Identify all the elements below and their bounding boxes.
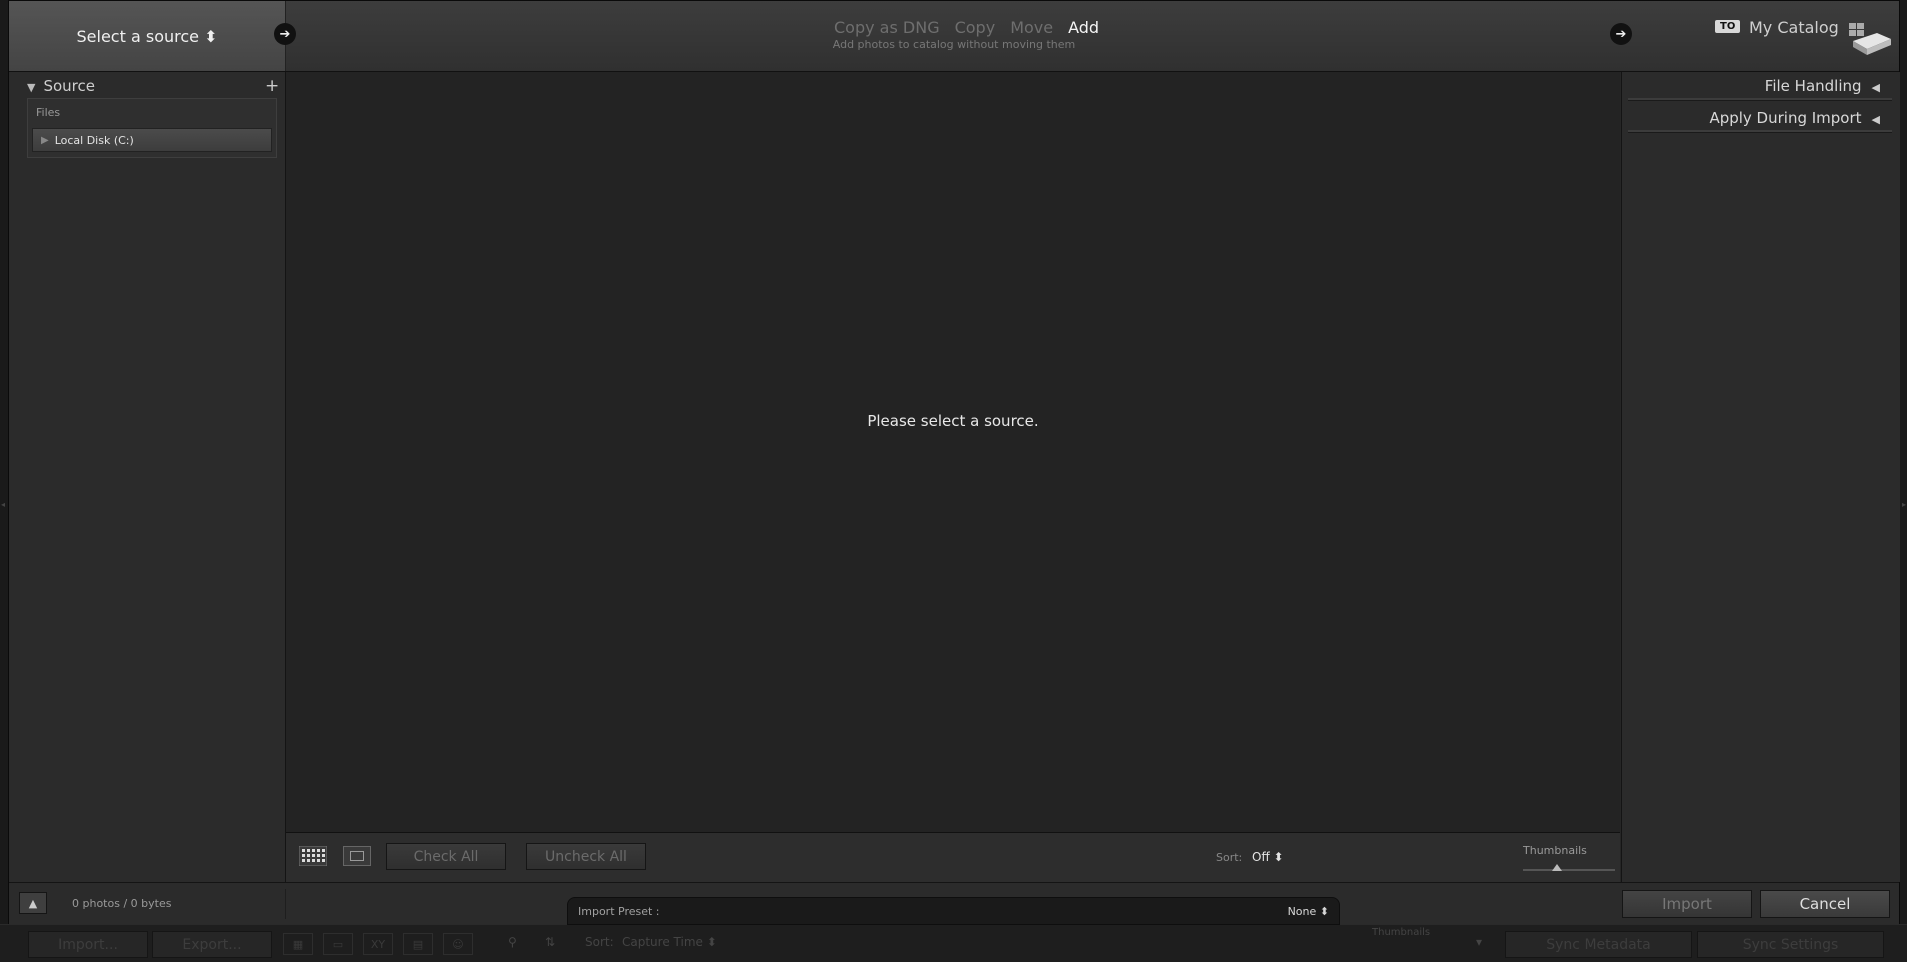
- import-mode-selector: Copy as DNG Copy Move Add: [834, 18, 1114, 37]
- add-source-icon[interactable]: +: [265, 76, 279, 96]
- local-disk-label: Local Disk (C:): [54, 133, 134, 147]
- import-dialog: Select a source ⬍ ➔ Copy as DNG Copy Mov…: [8, 0, 1900, 924]
- mode-copy-as-dng[interactable]: Copy as DNG: [834, 18, 940, 37]
- apply-during-import-section[interactable]: Apply During Import ◀: [1709, 109, 1880, 127]
- check-all-button[interactable]: Check All: [386, 843, 506, 870]
- collapsed-triangle-icon[interactable]: ◀: [1872, 113, 1880, 126]
- library-loupe-icon[interactable]: ▭: [323, 933, 353, 955]
- collapsed-triangle-icon[interactable]: ◀: [1872, 81, 1880, 94]
- library-filmstrip-bar: Import... Export... ▦ ▭ XY ▤ ☺ ⚲ ⇅ Sort:…: [0, 924, 1907, 962]
- library-import-button[interactable]: Import...: [28, 931, 148, 958]
- section-divider: [1628, 130, 1892, 133]
- destination-arrow-icon: ➔: [1610, 23, 1632, 45]
- catalog-disk-icon: [1849, 23, 1891, 55]
- loupe-view-icon[interactable]: [343, 846, 371, 866]
- library-survey-icon[interactable]: ▤: [403, 933, 433, 955]
- select-source-button[interactable]: Select a source ⬍: [9, 1, 286, 71]
- catalog-name: My Catalog: [1749, 18, 1839, 37]
- library-toolbar-menu-icon[interactable]: ▾: [1476, 935, 1482, 949]
- library-thumbnails-label: Thumbnails: [1372, 927, 1431, 938]
- files-label: Files: [36, 106, 61, 119]
- import-topbar: Select a source ⬍ ➔ Copy as DNG Copy Mov…: [9, 1, 1899, 72]
- thumbnails-label: Thumbnails: [1523, 844, 1587, 857]
- file-handling-label: File Handling: [1764, 77, 1862, 95]
- collapse-triangle-icon[interactable]: ▼: [27, 81, 35, 94]
- to-badge: TO: [1715, 20, 1741, 33]
- sync-metadata-button[interactable]: Sync Metadata: [1505, 931, 1692, 958]
- import-preset-bar: Import Preset : None ⬍: [567, 897, 1340, 925]
- mode-move[interactable]: Move: [1010, 18, 1053, 37]
- library-sort-select[interactable]: Capture Time ⬍: [622, 935, 717, 949]
- thumbnail-slider-knob[interactable]: [1552, 864, 1562, 871]
- source-panel-header[interactable]: ▼ Source: [27, 77, 95, 95]
- sort-label: Sort:: [1216, 851, 1243, 864]
- uncheck-all-button[interactable]: Uncheck All: [526, 843, 646, 870]
- expand-up-icon[interactable]: ▲: [19, 892, 47, 914]
- library-sort-label: Sort:: [585, 935, 614, 949]
- grid-view-icon[interactable]: [299, 846, 327, 866]
- library-compare-icon[interactable]: XY: [363, 933, 393, 955]
- library-people-icon[interactable]: ☺: [443, 933, 473, 955]
- library-export-button[interactable]: Export...: [152, 931, 272, 958]
- import-button[interactable]: Import: [1622, 890, 1752, 918]
- photo-count: 0 photos / 0 bytes: [72, 897, 172, 910]
- mode-add[interactable]: Add: [1068, 18, 1099, 37]
- local-disk-item[interactable]: ▶ Local Disk (C:): [32, 128, 272, 152]
- import-preset-label: Import Preset :: [578, 905, 660, 918]
- grid-toolbar: Check All Uncheck All Sort: Off ⬍ Thumbn…: [286, 832, 1620, 883]
- bottom-divider: [285, 889, 286, 919]
- source-panel-title: Source: [43, 77, 95, 95]
- left-edge-grip-icon[interactable]: ◂: [1, 500, 5, 509]
- library-grid-icon[interactable]: ▦: [283, 933, 313, 955]
- import-preset-select[interactable]: None ⬍: [1288, 905, 1329, 918]
- photo-grid-area: Please select a source.: [286, 72, 1620, 832]
- cancel-button[interactable]: Cancel: [1760, 890, 1890, 918]
- destination-panel: File Handling ◀ Apply During Import ◀: [1621, 72, 1900, 882]
- library-spray-icon[interactable]: ⚲: [508, 935, 517, 949]
- lightroom-window: Import... Export... ▦ ▭ XY ▤ ☺ ⚲ ⇅ Sort:…: [0, 0, 1907, 962]
- section-divider: [1628, 98, 1892, 101]
- file-handling-section[interactable]: File Handling ◀: [1765, 77, 1880, 95]
- thumbnail-size-slider[interactable]: [1523, 869, 1615, 871]
- sync-settings-button[interactable]: Sync Settings: [1697, 931, 1884, 958]
- source-panel: ▼ Source + Files ▶ Local Disk (C:): [9, 72, 286, 882]
- right-edge-grip-icon[interactable]: ▸: [1902, 500, 1906, 509]
- empty-state-message: Please select a source.: [867, 412, 1039, 430]
- files-group: Files ▶ Local Disk (C:): [27, 98, 277, 158]
- mode-copy[interactable]: Copy: [955, 18, 996, 37]
- library-sort-direction-icon[interactable]: ⇅: [545, 935, 555, 949]
- apply-during-import-label: Apply During Import: [1709, 109, 1862, 127]
- sort-select[interactable]: Off ⬍: [1252, 850, 1284, 864]
- expand-triangle-icon[interactable]: ▶: [41, 135, 49, 146]
